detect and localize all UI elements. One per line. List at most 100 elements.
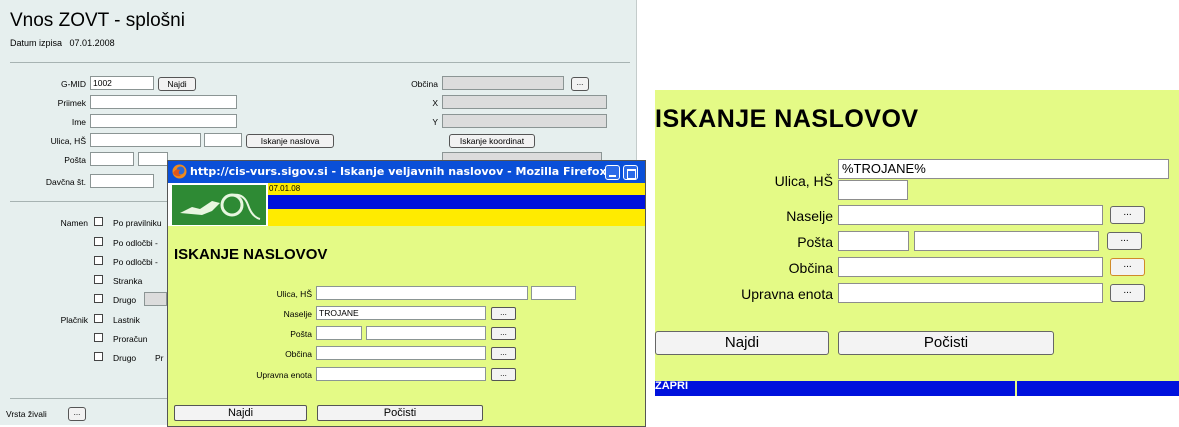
- namen-checkbox[interactable]: [94, 275, 103, 284]
- vrsta-zivali-button[interactable]: ...: [68, 407, 86, 421]
- namen-option: Drugo: [113, 295, 137, 305]
- namen-option: Stranka: [113, 276, 143, 286]
- namen-checkbox[interactable]: [94, 217, 103, 226]
- namen-checkbox[interactable]: [94, 256, 103, 265]
- zoom-footer-bar: ZAPRI: [655, 381, 1179, 396]
- zoom-posta-name-input[interactable]: [914, 231, 1099, 251]
- naselje-label: Naselje: [283, 309, 312, 319]
- posta-picker-button[interactable]: ...: [491, 327, 516, 340]
- upravna-enota-input[interactable]: [316, 367, 486, 381]
- popup-titlebar[interactable]: http://cis-vurs.sigov.si - Iskanje velja…: [168, 161, 645, 183]
- zoom-najdi-button[interactable]: Najdi: [655, 331, 829, 355]
- zoom-heading: ISKANJE NASLOVOV: [655, 105, 919, 133]
- zoom-obcina-input[interactable]: [838, 257, 1103, 277]
- gmid-label: G-MID: [60, 79, 86, 89]
- priimek-label: Priimek: [57, 98, 86, 108]
- popup-date: 07.01.08: [269, 184, 301, 193]
- zoom-hisna-stevilka-input[interactable]: [838, 180, 908, 200]
- maximize-icon: [627, 169, 636, 179]
- posta-input[interactable]: [316, 326, 362, 340]
- zoom-ulica-input[interactable]: %TROJANE%: [838, 159, 1169, 179]
- header-band-blue: [268, 195, 645, 209]
- zoom-posta-picker-button[interactable]: ...: [1107, 232, 1142, 250]
- zoom-footer-text[interactable]: ZAPRI: [655, 381, 688, 392]
- maximize-button[interactable]: [623, 165, 638, 180]
- y-label: Y: [432, 117, 438, 127]
- obcina-picker-button[interactable]: ...: [571, 77, 589, 91]
- obcina-picker-button[interactable]: ...: [491, 347, 516, 360]
- najdi-button[interactable]: Najdi: [174, 405, 307, 421]
- minimize-button[interactable]: [605, 165, 620, 180]
- gmid-input[interactable]: 1002: [90, 76, 154, 90]
- placnik-partial-text: Pr: [155, 353, 164, 363]
- ulica-input[interactable]: [90, 133, 201, 147]
- iskanje-koordinat-button[interactable]: Iskanje koordinat: [449, 134, 535, 148]
- page-title: Vnos ZOVT - splošni: [10, 10, 185, 31]
- zoom-obcina-picker-button[interactable]: ...: [1110, 258, 1145, 276]
- logo-area: [168, 183, 268, 226]
- ulica-label: Ulica, HŠ: [276, 289, 312, 299]
- placnik-checkbox[interactable]: [94, 314, 103, 323]
- posta-input[interactable]: [90, 152, 134, 166]
- ulica-input[interactable]: [316, 286, 528, 300]
- hisna-stevilka-input[interactable]: [531, 286, 576, 300]
- davcna-label: Davčna št.: [45, 177, 86, 187]
- pocisti-button[interactable]: Počisti: [317, 405, 483, 421]
- placnik-checkbox[interactable]: [94, 352, 103, 361]
- header-band-yellow: 07.01.08: [268, 183, 645, 195]
- obcina-label: Občina: [411, 79, 438, 89]
- zoom-naselje-input[interactable]: [838, 205, 1103, 225]
- placnik-label: Plačnik: [60, 315, 88, 325]
- iskanje-naslova-button[interactable]: Iskanje naslova: [246, 134, 334, 148]
- posta-name-input[interactable]: [138, 152, 168, 166]
- obcina-input[interactable]: [316, 346, 486, 360]
- address-search-popup: http://cis-vurs.sigov.si - Iskanje velja…: [167, 160, 646, 427]
- x-input[interactable]: [442, 95, 607, 109]
- namen-label: Namen: [60, 218, 88, 228]
- zoom-ulica-label: Ulica, HŠ: [774, 173, 833, 189]
- namen-drugo-input[interactable]: [144, 292, 167, 306]
- y-input[interactable]: [442, 114, 607, 128]
- upravna-enota-picker-button[interactable]: ...: [491, 368, 516, 381]
- zoom-upravna-enota-input[interactable]: [838, 283, 1103, 303]
- ime-input[interactable]: [90, 114, 237, 128]
- posta-name-input[interactable]: [366, 326, 486, 340]
- placnik-option: Lastnik: [113, 315, 140, 325]
- obcina-input[interactable]: [442, 76, 564, 90]
- upravna-enota-label: Upravna enota: [256, 370, 312, 380]
- posta-label: Pošta: [64, 155, 86, 165]
- placnik-option: Drugo: [113, 353, 137, 363]
- naselje-input[interactable]: TROJANE: [316, 306, 486, 320]
- date-value: 07.01.2008: [69, 38, 115, 48]
- naselje-picker-button[interactable]: ...: [491, 307, 516, 320]
- popup-window-title: http://cis-vurs.sigov.si - Iskanje velja…: [190, 165, 607, 178]
- x-label: X: [432, 98, 438, 108]
- zoom-naselje-label: Naselje: [786, 208, 833, 224]
- najdi-button[interactable]: Najdi: [158, 77, 196, 91]
- veterinary-logo: [172, 185, 266, 225]
- zoom-footer-divider: [1015, 381, 1017, 396]
- namen-checkbox[interactable]: [94, 294, 103, 303]
- firefox-icon: [172, 164, 187, 179]
- namen-option: Po odločbi -: [113, 238, 158, 248]
- popup-heading: ISKANJE NASLOVOV: [174, 246, 328, 263]
- zoom-obcina-label: Občina: [788, 260, 833, 276]
- priimek-input[interactable]: [90, 95, 237, 109]
- namen-option: Po odločbi -: [113, 257, 158, 267]
- zoom-pocisti-button[interactable]: Počisti: [838, 331, 1054, 355]
- divider: [10, 62, 630, 63]
- date-line: Datum izpisa 07.01.2008: [10, 38, 115, 48]
- hisna-stevilka-input[interactable]: [204, 133, 242, 147]
- zoom-posta-input[interactable]: [838, 231, 909, 251]
- placnik-checkbox[interactable]: [94, 333, 103, 342]
- posta-label: Pošta: [290, 329, 312, 339]
- zoomed-search-panel: ISKANJE NASLOVOV Ulica, HŠ %TROJANE% Nas…: [655, 90, 1179, 396]
- header-band-yellow: [268, 209, 645, 226]
- minimize-icon: [609, 175, 616, 177]
- zoom-naselje-picker-button[interactable]: ...: [1110, 206, 1145, 224]
- davcna-input[interactable]: [90, 174, 154, 188]
- vrsta-zivali-label: Vrsta živali: [6, 409, 47, 419]
- namen-checkbox[interactable]: [94, 237, 103, 246]
- date-label: Datum izpisa: [10, 38, 63, 48]
- zoom-upravna-enota-picker-button[interactable]: ...: [1110, 284, 1145, 302]
